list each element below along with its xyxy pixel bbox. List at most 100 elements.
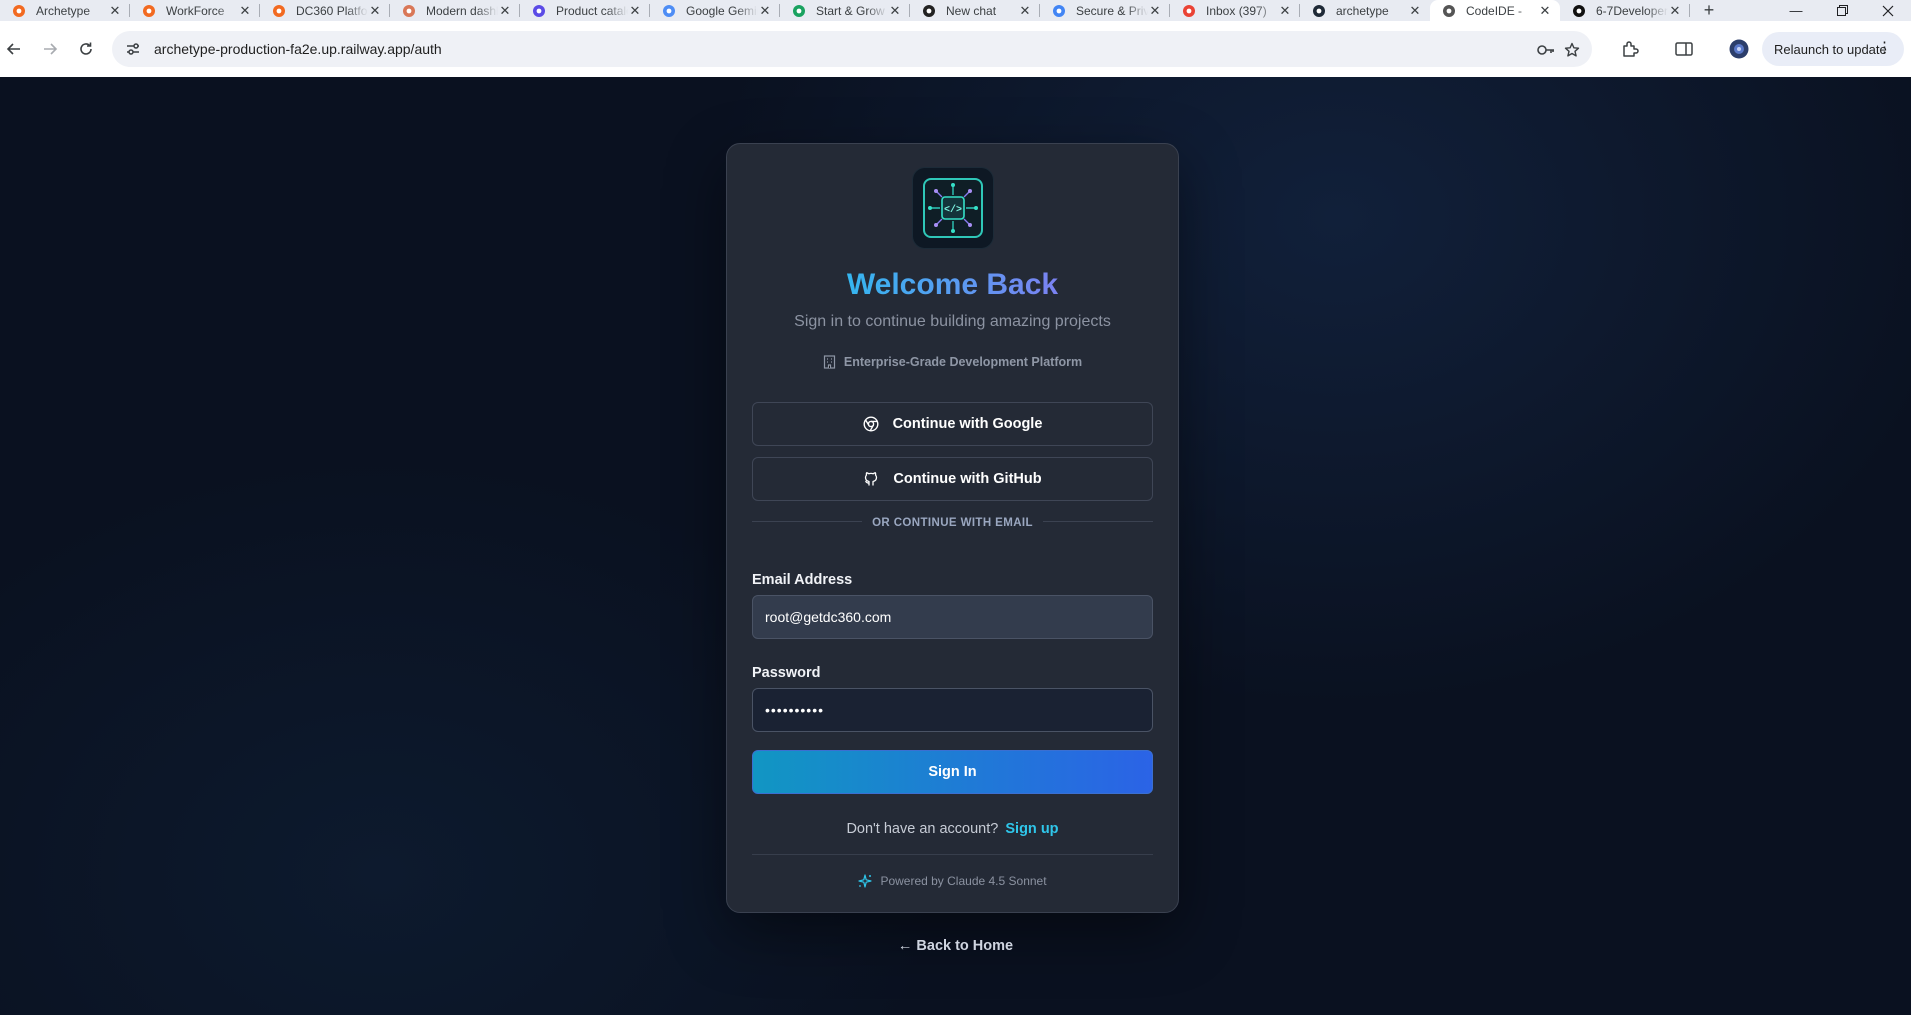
github-icon [865,472,878,486]
platform-badge: Enterprise-Grade Development Platform [727,355,1178,369]
tab-close-icon[interactable]: ✕ [888,3,902,19]
sign-in-label: Sign In [928,764,977,780]
relaunch-button[interactable]: Relaunch to update ⋮ [1762,32,1904,66]
window-close-icon[interactable] [1865,0,1911,21]
railway-icon [1312,4,1326,18]
sparkle-icon [858,874,873,888]
tab-title: 6-7Developer [1596,3,1668,18]
signup-prompt: Don't have an account? Sign up [727,821,1178,837]
tab-close-icon[interactable]: ✕ [368,3,382,19]
app-logo-icon: </> [913,168,993,248]
footer-divider [752,854,1153,855]
minimize-icon[interactable]: — [1773,0,1819,21]
tab-close-icon[interactable]: ✕ [1018,3,1032,19]
google-signin-button[interactable]: Continue with Google [752,402,1153,446]
browser-tab[interactable]: Product catalog✕ [520,0,650,21]
back-to-home-link[interactable]: ← Back to Home [0,938,1911,954]
browser-tab[interactable]: 6-7Developer ✕ [1560,0,1690,21]
tab-title: New chat [946,3,997,18]
browser-tab[interactable]: Modern dashboard✕ [390,0,520,21]
tab-title: WorkForce [166,3,225,18]
archetype-icon [12,4,26,18]
site-settings-icon[interactable] [124,40,142,58]
tab-title: Google Gemini [686,3,758,18]
gmail-icon [1182,4,1196,18]
github-icon [1572,4,1586,18]
browser-tab[interactable]: Secure & Private✕ [1040,0,1170,21]
browser-tab[interactable]: New chat ✕ [910,0,1040,21]
tab-title: Archetype [36,3,91,18]
profile-avatar-icon[interactable] [1728,38,1750,60]
tab-close-icon[interactable]: ✕ [1408,3,1422,19]
chrome-icon [863,416,879,432]
side-panel-icon[interactable] [1673,38,1695,60]
menu-dots-icon[interactable]: ⋮ [1877,40,1892,56]
svg-text:</>: </> [944,204,962,216]
browser-tab[interactable]: WorkForce ✕ [130,0,260,21]
bookmark-star-icon[interactable] [1562,40,1582,60]
address-bar[interactable]: archetype-production-fa2e.up.railway.app… [112,31,1592,67]
tab-close-icon[interactable]: ✕ [758,3,772,19]
browser-tab[interactable]: Inbox (397) ✕ [1170,0,1300,21]
tab-strip: Archetype✕WorkForce✕DC360 Platform✕Moder… [0,0,1911,21]
github-signin-button[interactable]: Continue with GitHub [752,457,1153,501]
globe-icon [1442,4,1456,18]
auth-card: </> Welcome Back Sign in to continue bui… [726,143,1179,913]
powered-by: Powered by Claude 4.5 Sonnet [727,874,1178,888]
browser-tab[interactable]: archetype ✕ [1300,0,1430,21]
tab-close-icon[interactable]: ✕ [1668,3,1682,19]
email-field[interactable] [752,595,1153,639]
page-background: </> Welcome Back Sign in to continue bui… [0,77,1911,1015]
tab-close-icon[interactable]: ✕ [1538,3,1552,19]
relaunch-label: Relaunch to update [1774,41,1887,57]
reload-icon[interactable] [72,21,100,77]
platform-badge-label: Enterprise-Grade Development Platform [843,355,1083,369]
tab-close-icon[interactable]: ✕ [108,3,122,19]
browser-tab[interactable]: DC360 Platform✕ [260,0,390,21]
tab-title: Modern dashboard [426,3,498,18]
browser-tab[interactable]: Google Gemini✕ [650,0,780,21]
tab-close-icon[interactable]: ✕ [1278,3,1292,19]
page-subtitle: Sign in to continue building amazing pro… [794,313,1111,330]
sign-in-button[interactable]: Sign In [752,750,1153,794]
restore-icon[interactable] [1819,0,1865,21]
forward-icon[interactable] [36,21,64,77]
signup-prompt-text: Don't have an account? [846,821,999,837]
robot-icon [922,4,936,18]
tab-close-icon[interactable]: ✕ [238,3,252,19]
chrome-icon [1052,4,1066,18]
powered-by-label: Powered by Claude 4.5 Sonnet [880,874,1047,888]
tab-close-icon[interactable]: ✕ [628,3,642,19]
building-icon [823,355,835,369]
browser-toolbar: archetype-production-fa2e.up.railway.app… [0,21,1911,77]
tab-close-icon[interactable]: ✕ [498,3,512,19]
gemini-icon [662,4,676,18]
email-label: Email Address [752,572,853,588]
tab-title: Start & Grow [816,3,885,18]
browser-tab[interactable]: Archetype ✕ [0,0,130,21]
divider-label: OR CONTINUE WITH EMAIL [727,513,1178,531]
extensions-icon[interactable] [1619,38,1641,60]
github-signin-label: Continue with GitHub [893,471,1042,487]
new-tab-button[interactable]: + [1694,0,1724,21]
tab-close-icon[interactable]: ✕ [1148,3,1162,19]
password-field[interactable] [752,688,1153,732]
start-icon [792,4,806,18]
page-title: Welcome Back [846,268,1059,301]
tab-title: DC360 Platform [296,3,368,18]
browser-tab[interactable]: CodeIDE - ✕ [1430,0,1560,21]
archetype-icon [272,4,286,18]
password-label: Password [752,665,821,681]
tab-title: Secure & Private [1076,3,1148,18]
claude-icon [402,4,416,18]
product-icon [532,4,546,18]
tab-title: CodeIDE - [1466,3,1523,18]
password-key-icon[interactable] [1536,40,1556,60]
tab-title: Product catalog [556,3,628,18]
signup-link[interactable]: Sign up [1005,821,1058,837]
browser-tab[interactable]: Start & Grow ✕ [780,0,910,21]
tab-title: archetype [1336,3,1389,18]
url-text[interactable]: archetype-production-fa2e.up.railway.app… [154,41,442,57]
back-icon[interactable] [0,21,28,77]
tab-title: Inbox (397) [1206,3,1267,18]
